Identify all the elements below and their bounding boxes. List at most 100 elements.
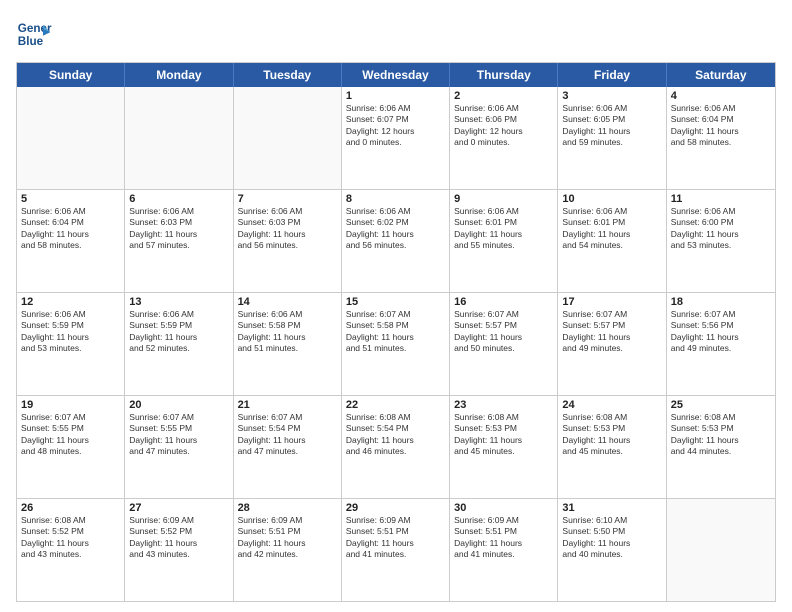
cell-info-text: Sunrise: 6:06 AM Sunset: 6:03 PM Dayligh… — [129, 206, 228, 252]
calendar-cell-2: 2Sunrise: 6:06 AM Sunset: 6:06 PM Daylig… — [450, 87, 558, 189]
cell-info-text: Sunrise: 6:07 AM Sunset: 5:57 PM Dayligh… — [454, 309, 553, 355]
calendar-cell-29: 29Sunrise: 6:09 AM Sunset: 5:51 PM Dayli… — [342, 499, 450, 601]
cell-day-number: 25 — [671, 399, 771, 411]
cell-day-number: 24 — [562, 399, 661, 411]
calendar-cell-19: 19Sunrise: 6:07 AM Sunset: 5:55 PM Dayli… — [17, 396, 125, 498]
cell-info-text: Sunrise: 6:06 AM Sunset: 6:04 PM Dayligh… — [21, 206, 120, 252]
cell-day-number: 5 — [21, 193, 120, 205]
calendar-row-2: 12 Sunrise: 6:06 AM Sunset: 5:59 PM Dayli… — [17, 293, 775, 396]
cell-info-text: Sunrise: 6:06 AM Sunset: 6:01 PM Dayligh… — [562, 206, 661, 252]
cell-day-number: 28 — [238, 502, 337, 514]
cell-info-text: Sunrise: 6:07 AM Sunset: 5:57 PM Dayligh… — [562, 309, 661, 355]
cell-info-text: Sunrise: 6:06 AM Sunset: 5:58 PM Dayligh… — [238, 309, 337, 355]
calendar: SundayMondayTuesdayWednesdayThursdayFrid… — [16, 62, 776, 602]
calendar-cell-8: 8Sunrise: 6:06 AM Sunset: 6:02 PM Daylig… — [342, 190, 450, 292]
cell-info-text: Sunrise: 6:07 AM Sunset: 5:55 PM Dayligh… — [21, 412, 120, 458]
cell-info-text: Sunrise: 6:07 AM Sunset: 5:58 PM Dayligh… — [346, 309, 445, 355]
calendar-cell-16: 16Sunrise: 6:07 AM Sunset: 5:57 PM Dayli… — [450, 293, 558, 395]
logo: General Blue — [16, 16, 56, 52]
cell-day-number: 1 — [346, 90, 445, 102]
cell-day-number: 26 — [21, 502, 120, 514]
calendar-cell-20: 20Sunrise: 6:07 AM Sunset: 5:55 PM Dayli… — [125, 396, 233, 498]
cell-info-text: Sunrise: 6:08 AM Sunset: 5:53 PM Dayligh… — [671, 412, 771, 458]
cell-info-text: Sunrise: 6:08 AM Sunset: 5:52 PM Dayligh… — [21, 515, 120, 561]
cell-info-text: Sunrise: 6:06 AM Sunset: 6:07 PM Dayligh… — [346, 103, 445, 149]
cell-day-number: 4 — [671, 90, 771, 102]
calendar-cell-30: 30Sunrise: 6:09 AM Sunset: 5:51 PM Dayli… — [450, 499, 558, 601]
cell-day-number: 10 — [562, 193, 661, 205]
cell-day-number: 13 — [129, 296, 228, 308]
svg-text:Blue: Blue — [18, 35, 44, 48]
cell-day-number: 22 — [346, 399, 445, 411]
calendar-cell-13: 13Sunrise: 6:06 AM Sunset: 5:59 PM Dayli… — [125, 293, 233, 395]
cell-day-number: 19 — [21, 399, 120, 411]
calendar-cell-empty-0-2 — [234, 87, 342, 189]
cell-info-text: Sunrise: 6:07 AM Sunset: 5:54 PM Dayligh… — [238, 412, 337, 458]
cell-info-text: Sunrise: 6:06 AM Sunset: 6:04 PM Dayligh… — [671, 103, 771, 149]
cell-day-number: 20 — [129, 399, 228, 411]
calendar-cell-31: 31Sunrise: 6:10 AM Sunset: 5:50 PM Dayli… — [558, 499, 666, 601]
weekday-header-saturday: Saturday — [667, 63, 775, 87]
cell-day-number: 30 — [454, 502, 553, 514]
calendar-cell-23: 23Sunrise: 6:08 AM Sunset: 5:53 PM Dayli… — [450, 396, 558, 498]
cell-day-number: 14 — [238, 296, 337, 308]
calendar-cell-17: 17Sunrise: 6:07 AM Sunset: 5:57 PM Dayli… — [558, 293, 666, 395]
calendar-cell-empty-0-0 — [17, 87, 125, 189]
cell-day-number: 31 — [562, 502, 661, 514]
calendar-cell-5: 5Sunrise: 6:06 AM Sunset: 6:04 PM Daylig… — [17, 190, 125, 292]
calendar-cell-6: 6Sunrise: 6:06 AM Sunset: 6:03 PM Daylig… — [125, 190, 233, 292]
cell-info-text: Sunrise: 6:09 AM Sunset: 5:51 PM Dayligh… — [454, 515, 553, 561]
cell-day-number: 9 — [454, 193, 553, 205]
weekday-header-sunday: Sunday — [17, 63, 125, 87]
page-container: General Blue SundayMondayTuesdayWednesda… — [0, 0, 792, 612]
calendar-cell-22: 22Sunrise: 6:08 AM Sunset: 5:54 PM Dayli… — [342, 396, 450, 498]
cell-day-number: 3 — [562, 90, 661, 102]
cell-day-number: 18 — [671, 296, 771, 308]
calendar-cell-21: 21Sunrise: 6:07 AM Sunset: 5:54 PM Dayli… — [234, 396, 342, 498]
calendar-cell-26: 26Sunrise: 6:08 AM Sunset: 5:52 PM Dayli… — [17, 499, 125, 601]
cell-info-text: Sunrise: 6:08 AM Sunset: 5:53 PM Dayligh… — [562, 412, 661, 458]
calendar-cell-28: 28Sunrise: 6:09 AM Sunset: 5:51 PM Dayli… — [234, 499, 342, 601]
calendar-cell-25: 25Sunrise: 6:08 AM Sunset: 5:53 PM Dayli… — [667, 396, 775, 498]
cell-info-text: Sunrise: 6:09 AM Sunset: 5:51 PM Dayligh… — [238, 515, 337, 561]
cell-day-number: 23 — [454, 399, 553, 411]
calendar-cell-10: 10Sunrise: 6:06 AM Sunset: 6:01 PM Dayli… — [558, 190, 666, 292]
cell-info-text: Sunrise: 6:06 AM Sunset: 6:01 PM Dayligh… — [454, 206, 553, 252]
calendar-row-0: 1Sunrise: 6:06 AM Sunset: 6:07 PM Daylig… — [17, 87, 775, 190]
cell-info-text: Sunrise: 6:06 AM Sunset: 6:06 PM Dayligh… — [454, 103, 553, 149]
calendar-cell-27: 27Sunrise: 6:09 AM Sunset: 5:52 PM Dayli… — [125, 499, 233, 601]
weekday-header-wednesday: Wednesday — [342, 63, 450, 87]
calendar-cell-empty-4-6 — [667, 499, 775, 601]
cell-info-text: Sunrise: 6:09 AM Sunset: 5:51 PM Dayligh… — [346, 515, 445, 561]
page-header: General Blue — [16, 16, 776, 52]
cell-day-number: 11 — [671, 193, 771, 205]
calendar-row-4: 26Sunrise: 6:08 AM Sunset: 5:52 PM Dayli… — [17, 499, 775, 601]
calendar-cell-18: 18Sunrise: 6:07 AM Sunset: 5:56 PM Dayli… — [667, 293, 775, 395]
cell-info-text: Sunrise: 6:06 AM Sunset: 6:00 PM Dayligh… — [671, 206, 771, 252]
cell-info-text: Sunrise: 6:07 AM Sunset: 5:56 PM Dayligh… — [671, 309, 771, 355]
calendar-cell-12: 12Sunrise: 6:06 AM Sunset: 5:59 PM Dayli… — [17, 293, 125, 395]
cell-info-text: Sunrise: 6:06 AM Sunset: 6:02 PM Dayligh… — [346, 206, 445, 252]
calendar-row-1: 5Sunrise: 6:06 AM Sunset: 6:04 PM Daylig… — [17, 190, 775, 293]
calendar-header: SundayMondayTuesdayWednesdayThursdayFrid… — [17, 63, 775, 87]
logo-icon: General Blue — [16, 16, 52, 52]
weekday-header-friday: Friday — [558, 63, 666, 87]
calendar-cell-7: 7Sunrise: 6:06 AM Sunset: 6:03 PM Daylig… — [234, 190, 342, 292]
cell-info-text: Sunrise: 6:08 AM Sunset: 5:54 PM Dayligh… — [346, 412, 445, 458]
cell-info-text: Sunrise: 6:06 AM Sunset: 5:59 PM Dayligh… — [129, 309, 228, 355]
calendar-cell-1: 1Sunrise: 6:06 AM Sunset: 6:07 PM Daylig… — [342, 87, 450, 189]
calendar-row-3: 19Sunrise: 6:07 AM Sunset: 5:55 PM Dayli… — [17, 396, 775, 499]
cell-day-number: 27 — [129, 502, 228, 514]
weekday-header-thursday: Thursday — [450, 63, 558, 87]
cell-info-text: Sunrise: 6:06 AM Sunset: 6:03 PM Dayligh… — [238, 206, 337, 252]
cell-info-text: Sunrise: 6:08 AM Sunset: 5:53 PM Dayligh… — [454, 412, 553, 458]
cell-day-number: 15 — [346, 296, 445, 308]
cell-day-number: 2 — [454, 90, 553, 102]
calendar-cell-empty-0-1 — [125, 87, 233, 189]
cell-day-number: 12 — [21, 296, 120, 308]
calendar-cell-9: 9Sunrise: 6:06 AM Sunset: 6:01 PM Daylig… — [450, 190, 558, 292]
cell-day-number: 8 — [346, 193, 445, 205]
calendar-cell-15: 15Sunrise: 6:07 AM Sunset: 5:58 PM Dayli… — [342, 293, 450, 395]
cell-info-text: Sunrise: 6:09 AM Sunset: 5:52 PM Dayligh… — [129, 515, 228, 561]
cell-day-number: 21 — [238, 399, 337, 411]
